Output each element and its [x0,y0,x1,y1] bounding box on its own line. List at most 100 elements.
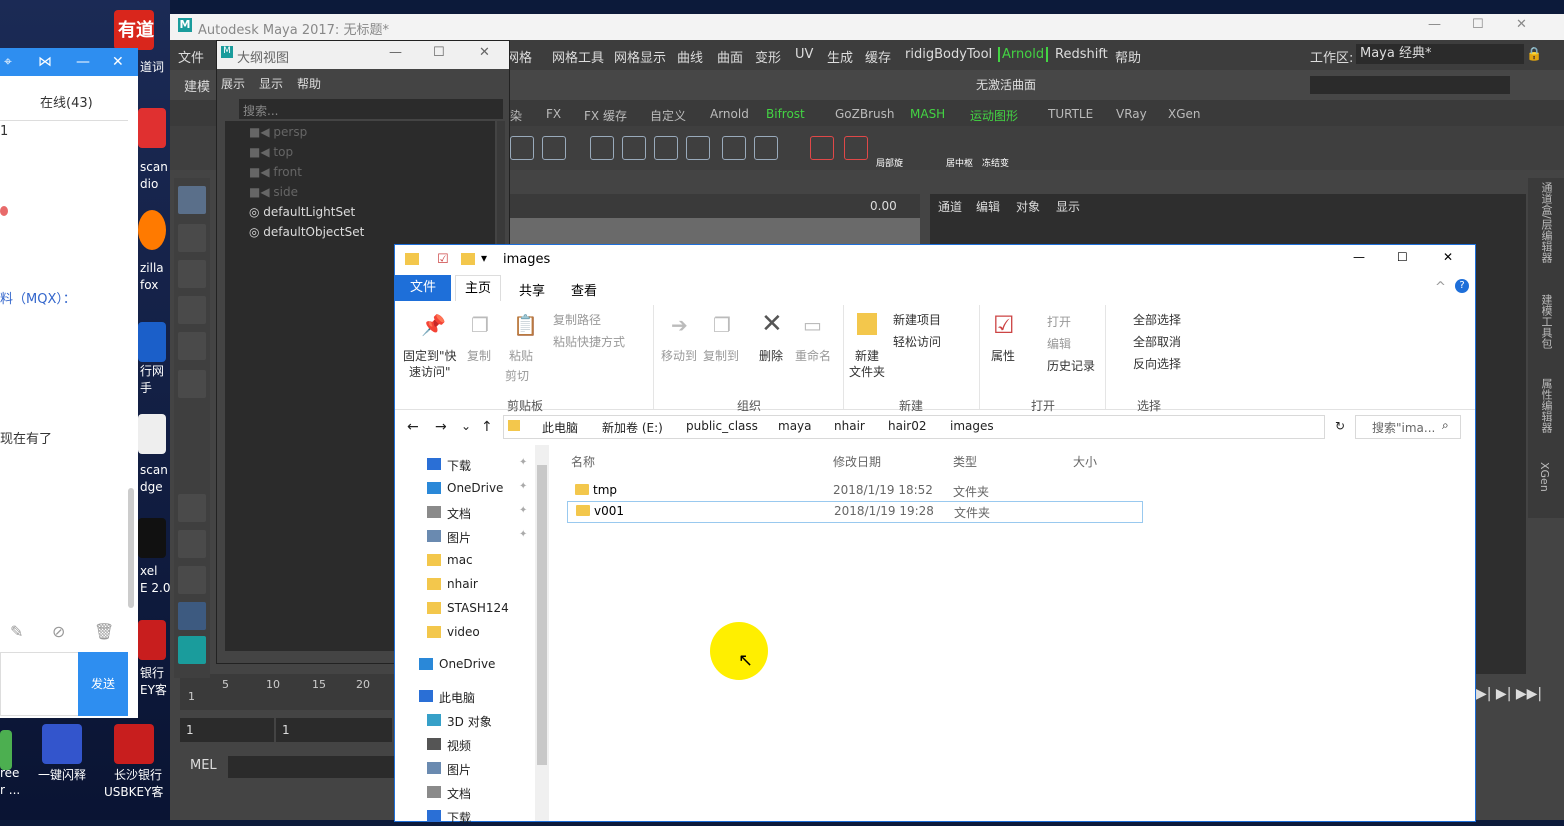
copy-to-icon[interactable]: ❐ [713,313,731,337]
nav-item[interactable]: 文档 ✦ [395,503,535,521]
nav-item[interactable]: OneDrive ✦ [395,479,535,497]
scan-icon[interactable] [138,108,166,148]
copy-to-button[interactable]: 复制到 [703,347,739,364]
shelf-tab[interactable]: Bifrost [766,107,805,121]
outliner-layout-icon[interactable] [178,602,206,630]
list-item[interactable]: ■◀ side [249,185,298,199]
nav-item[interactable]: STASH124 [395,599,535,617]
nav-item[interactable]: video [395,623,535,641]
quick-select-field[interactable] [1310,76,1510,94]
breadcrumb[interactable]: 此电脑 新加卷 (E:) public_class maya nhair hai… [503,415,1325,439]
menu-show[interactable]: 展示 [221,75,245,92]
list-item[interactable]: ◎ defaultObjectSet [249,225,364,239]
maximize-icon[interactable]: ☐ [433,45,445,60]
workspace-select[interactable]: Maya 经典* [1356,44,1524,64]
menu-help[interactable]: 帮助 [1115,47,1141,66]
column-size[interactable]: 大小 [1073,453,1097,470]
trash-icon[interactable]: 🗑 [94,622,114,641]
shelf-tab[interactable]: GoZBrush [835,107,895,121]
breadcrumb-item[interactable]: images [950,419,994,433]
list-item[interactable]: ■◀ top [249,145,293,159]
channel-tab[interactable]: 通道 [938,198,962,215]
shelf-tab[interactable]: FX 缓存 [584,107,627,124]
shelf-tab[interactable]: MASH [910,107,945,121]
edit-icon[interactable]: ✎ [10,622,23,641]
cube-icon[interactable] [510,136,534,160]
breadcrumb-item[interactable]: public_class [686,419,758,433]
pivot-icon[interactable] [542,136,566,160]
chat-input[interactable] [0,652,80,716]
copy-path-button[interactable]: 复制路径 [553,311,601,328]
menu-curves[interactable]: 曲线 [677,47,703,66]
select-none-button[interactable]: 全部取消 [1133,333,1181,350]
breadcrumb-item[interactable]: 此电脑 [542,419,578,436]
block-icon[interactable]: ⊘ [52,622,65,641]
app-icon[interactable] [0,730,12,770]
constraint-icon[interactable] [754,136,778,160]
table-row[interactable]: tmp 2018/1/19 18:52 文件夹 [567,481,1141,501]
select-all-button[interactable]: 全部选择 [1133,311,1181,328]
table-row[interactable]: v001 2018/1/19 19:28 文件夹 [567,501,1143,523]
target-icon[interactable] [722,136,746,160]
pin-icon[interactable]: ✦ [519,529,527,540]
nav-item[interactable]: mac [395,551,535,569]
pin-icon[interactable]: ✦ [519,481,527,492]
menu-arnold[interactable]: Arnold [998,47,1049,62]
pin-icon[interactable]: ✦ [519,505,527,516]
menu-uv[interactable]: UV [795,47,813,62]
column-name[interactable]: 名称 [571,453,595,470]
menu-cache[interactable]: 缓存 [865,47,891,66]
nav-item[interactable]: 视频 [395,735,535,753]
menu-generate[interactable]: 生成 [827,47,853,66]
menu-help[interactable]: 帮助 [297,75,321,92]
breadcrumb-item[interactable]: maya [778,419,812,433]
paste-shortcut-button[interactable]: 粘贴快捷方式 [553,333,625,350]
viewport-value[interactable]: 0.00 [870,199,897,213]
nav-item[interactable]: 下载 [395,807,535,825]
maximize-icon[interactable]: ☐ [1472,17,1484,32]
side-tab[interactable]: 建模工具包 [1538,294,1554,349]
rename-button[interactable]: 重命名 [795,347,831,364]
close-icon[interactable]: ✕ [1516,17,1527,32]
paint-weights-icon[interactable] [686,136,710,160]
playback-controls[interactable]: ▶| ▶| ▶▶| [1476,686,1542,702]
side-tab[interactable]: 属性编辑器 [1538,378,1554,433]
refresh-icon[interactable]: ↻ [1335,419,1345,433]
nav-item[interactable]: 此电脑 [395,687,535,705]
tab-share[interactable]: 共享 [519,280,545,299]
bcs-bank-icon[interactable] [114,724,154,764]
pixel-icon[interactable] [138,518,166,558]
tab-file[interactable]: 文件 [395,275,451,301]
invert-selection-button[interactable]: 反向选择 [1133,355,1181,372]
shelf-tab[interactable]: 染 [510,107,522,124]
rotate-tool-icon[interactable] [178,332,206,360]
cut-button[interactable]: 剪切 [505,367,529,384]
ik-icon[interactable] [622,136,646,160]
outliner-search[interactable]: 搜索... [239,99,503,119]
minimize-icon[interactable]: — [389,45,402,60]
nav-item[interactable]: 图片 [395,759,535,777]
side-tab[interactable]: 通道盒/层编辑器 [1538,182,1554,263]
pin-icon[interactable]: ⌖ [4,54,12,70]
list-item[interactable]: ■◀ front [249,165,302,179]
new-folder-quick-icon[interactable] [461,253,475,265]
minimize-icon[interactable]: — [1353,250,1365,264]
menu-rigidbodytool[interactable]: ridigBodyTool [905,47,992,62]
shelf-tab[interactable]: Arnold [710,107,749,121]
add-attr-icon[interactable] [810,136,834,160]
tab-view[interactable]: 查看 [571,280,597,299]
flash-icon[interactable] [42,724,82,764]
column-type[interactable]: 类型 [953,453,977,470]
minimize-icon[interactable]: — [76,54,90,70]
time-slider[interactable]: 1 5 10 15 20 [180,674,394,710]
history-button[interactable]: 历史记录 [1047,357,1095,374]
shelf-tab[interactable]: FX [546,107,561,121]
scan-edge-icon[interactable] [138,414,166,454]
start-frame-field[interactable]: 1 [180,718,274,742]
back-icon[interactable]: ← [407,419,419,435]
live-surface-field[interactable]: 无激活曲面 [976,76,1036,93]
menu-surfaces[interactable]: 曲面 [717,47,743,66]
delete-attr-icon[interactable] [844,136,868,160]
quick-access-dropdown-icon[interactable]: ▾ [481,251,487,265]
nav-item[interactable]: OneDrive [395,655,535,673]
